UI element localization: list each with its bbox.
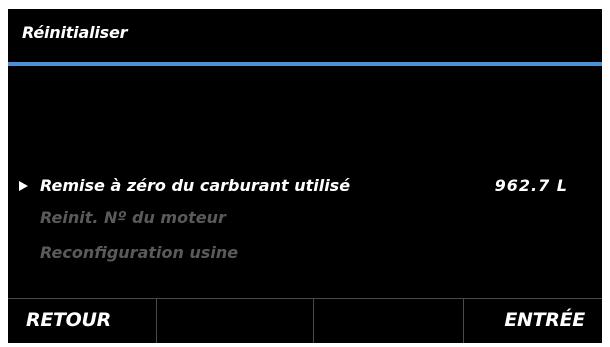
- enter-button[interactable]: ENTRÉE: [463, 299, 602, 343]
- back-button[interactable]: RETOUR: [8, 299, 156, 343]
- selection-arrow-icon: [19, 181, 28, 191]
- menu-item-engine-number-reset[interactable]: Reinit. Nº du moteur: [8, 207, 602, 231]
- menu-item-label: Remise à zéro du carburant utilisé: [40, 176, 351, 195]
- enter-button-label: ENTRÉE: [504, 309, 585, 331]
- softkey-bar: RETOUR ENTRÉE: [8, 299, 602, 343]
- title-underline: [8, 62, 602, 66]
- menu-item-label: Reinit. Nº du moteur: [40, 208, 226, 227]
- menu-item-label: Reconfiguration usine: [40, 243, 239, 262]
- softkey-2[interactable]: [156, 299, 305, 343]
- back-button-label: RETOUR: [26, 309, 111, 331]
- fuel-used-value: 962.7 L: [494, 176, 568, 195]
- softkey-3[interactable]: [313, 299, 462, 343]
- page-title: Réinitialiser: [22, 23, 128, 42]
- menu-item-fuel-reset[interactable]: Remise à zéro du carburant utilisé 962.7…: [8, 175, 602, 199]
- display-screen: Réinitialiser Remise à zéro du carburant…: [8, 9, 602, 343]
- menu-item-factory-reset[interactable]: Reconfiguration usine: [8, 242, 602, 266]
